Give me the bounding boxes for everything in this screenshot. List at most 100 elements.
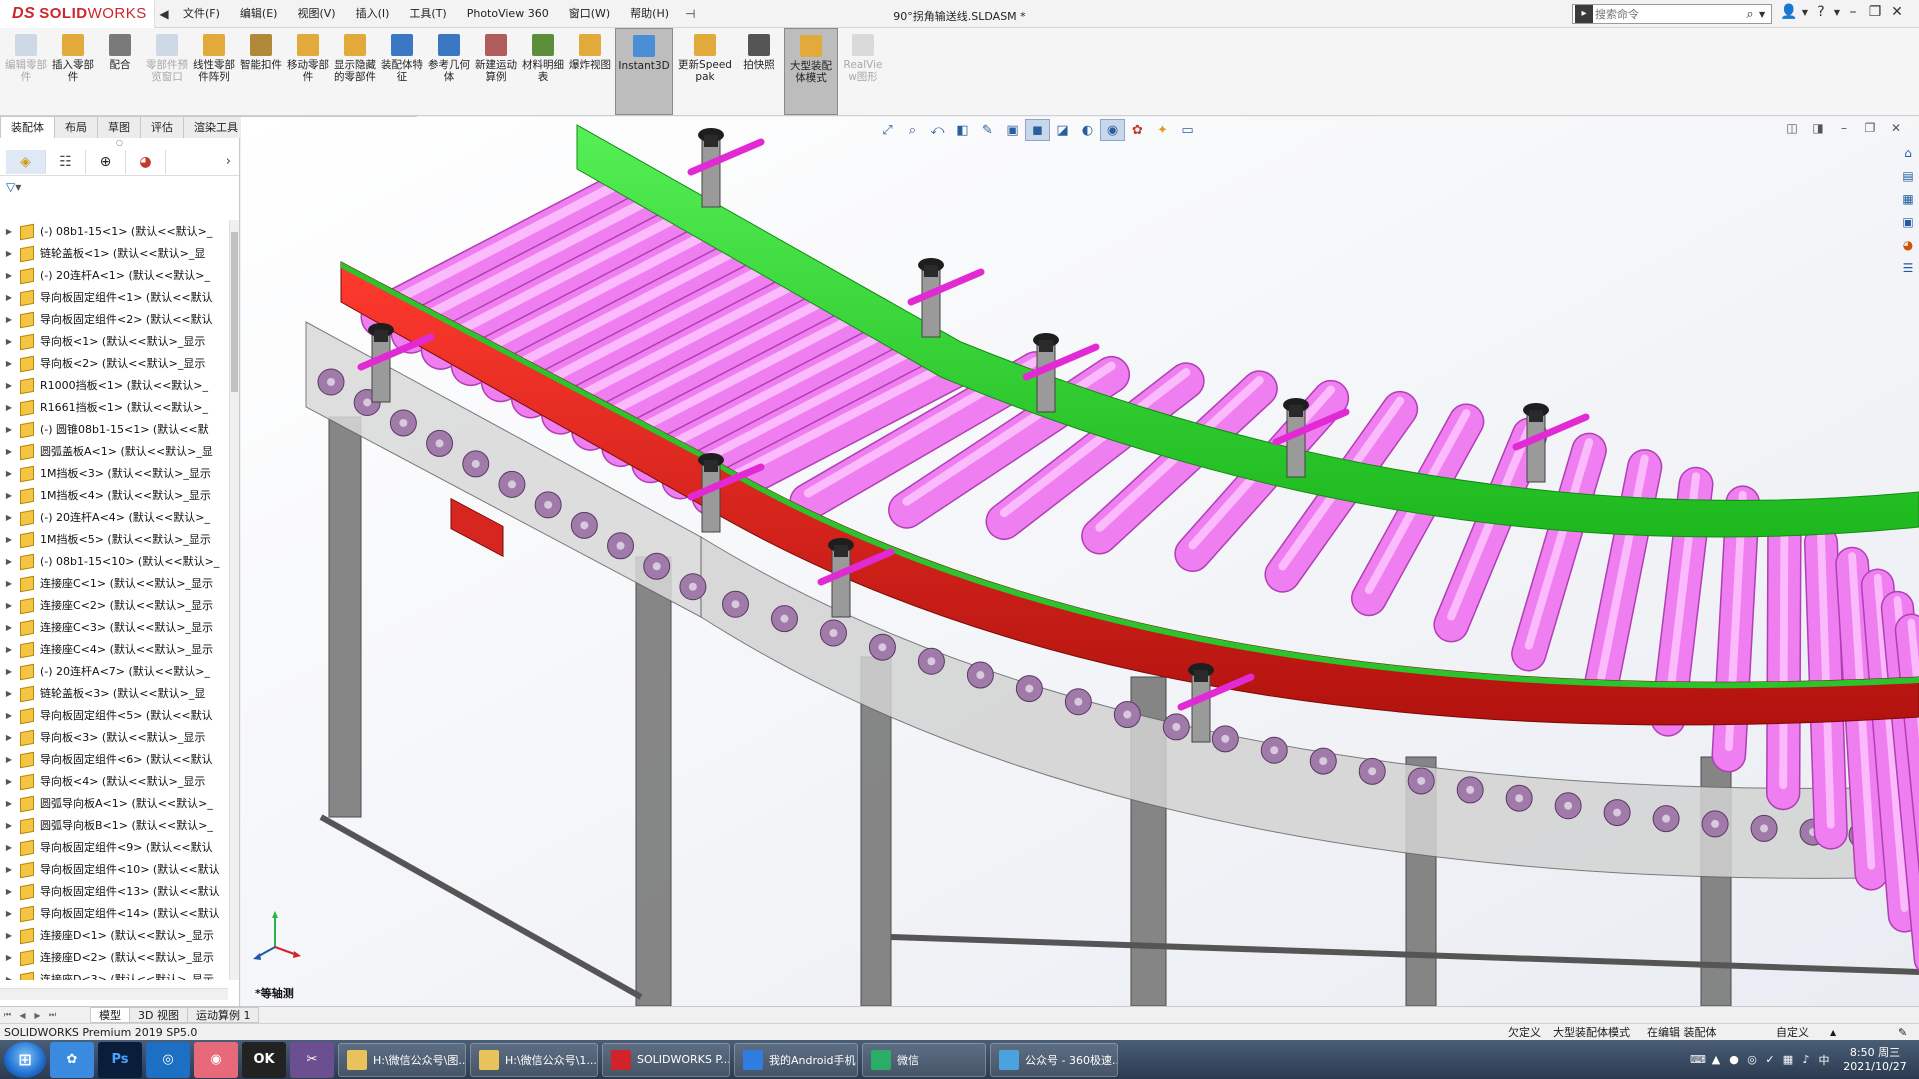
tab-next-icon[interactable]: ▶ [30,1011,45,1020]
tree-item[interactable]: ▶ 连接座D<1> (默认<<默认>_显示 [0,924,228,946]
tree-item[interactable]: ▶ 导向板固定组件<6> (默认<<默认 [0,748,228,770]
expand-arrow-icon[interactable]: ▶ [0,645,18,654]
expand-arrow-icon[interactable]: ▶ [0,777,18,786]
ribbon-command-button[interactable]: 线性零部件阵列 [192,28,236,115]
clock[interactable]: 8:50 周三 2021/10/27 [1839,1046,1911,1074]
command-tab[interactable]: 装配体 [0,116,55,138]
file-explorer-icon[interactable]: ▦ [1897,187,1919,210]
solidworks-resources-icon[interactable]: ⌂ [1897,141,1919,164]
expand-arrow-icon[interactable]: ▶ [0,865,18,874]
bottom-tab[interactable]: 3D 视图 [129,1007,188,1023]
expand-arrow-icon[interactable]: ▶ [0,271,18,280]
tree-scroll-thumb[interactable] [231,232,238,392]
menu-item[interactable]: 插入(I) [346,0,400,28]
ribbon-command-button[interactable]: Instant3D [615,28,673,115]
expand-arrow-icon[interactable]: ▶ [0,249,18,258]
menu-item[interactable]: 工具(T) [399,0,456,28]
browser-app-icon[interactable]: ◎ [146,1041,190,1078]
tree-item[interactable]: ▶ (-) 20连杆A<1> (默认<<默认>_ [0,264,228,286]
reference-triad-icon[interactable] [249,907,305,967]
solidworks-logo[interactable]: DS SOLID WORKS [0,0,155,28]
viewport-next-icon[interactable]: ◨ [1805,121,1831,135]
ribbon-command-button[interactable]: 插入零部件 [51,28,95,115]
tree-item[interactable]: ▶ (-) 20连杆A<7> (默认<<默认>_ [0,660,228,682]
filter-icon[interactable]: ▽ [6,180,15,194]
tree-item[interactable]: ▶ (-) 圆锥08b1-15<1> (默认<<默 [0,418,228,440]
graphics-area[interactable]: ⤢ ⌕ ⤺ ◧ ✎ ▣ ◼ ◪ ◐ ◉ ✿ ✦ ▭ ◫ ◨ – ❐ ✕ ⌂ ▤ … [241,117,1919,1006]
tree-item[interactable]: ▶ 导向板<1> (默认<<默认>_显示 [0,330,228,352]
ribbon-command-button[interactable]: 零部件预览窗口 [145,28,189,115]
tree-item[interactable]: ▶ 导向板固定组件<2> (默认<<默认 [0,308,228,330]
minimize-icon[interactable]: – [1842,4,1864,20]
tab-last-icon[interactable]: ⏭ [45,1010,60,1020]
tree-horizontal-scrollbar[interactable] [0,988,228,1000]
user-icon[interactable]: 👤 [1778,4,1800,20]
expand-arrow-icon[interactable]: ▶ [0,293,18,302]
search-commands-box[interactable]: ▸ ⌕ ▼ [1572,4,1772,24]
expand-arrow-icon[interactable]: ▶ [0,975,18,981]
tree-item[interactable]: ▶ 连接座C<1> (默认<<默认>_显示 [0,572,228,594]
camera-app-icon[interactable]: ◉ [194,1041,238,1078]
expand-arrow-icon[interactable]: ▶ [0,359,18,368]
tree-item[interactable]: ▶ 导向板固定组件<9> (默认<<默认 [0,836,228,858]
ribbon-command-button[interactable]: 大型装配体模式 [784,28,838,115]
tree-item[interactable]: ▶ 导向板<4> (默认<<默认>_显示 [0,770,228,792]
expand-arrow-icon[interactable]: ▶ [0,535,18,544]
pin-menu-icon[interactable]: ⊣ [685,7,695,21]
close-icon[interactable]: ✕ [1886,4,1908,20]
viewport-prev-icon[interactable]: ◫ [1779,121,1805,135]
viewport-restore-icon[interactable]: ❐ [1857,121,1883,135]
edit-appearance-icon[interactable]: ◐ [1075,119,1100,141]
menu-expand-icon[interactable]: ◀ [155,7,173,21]
tree-item[interactable]: ▶ (-) 20连杆A<4> (默认<<默认>_ [0,506,228,528]
hide-show-items-icon[interactable]: ◪ [1050,119,1075,141]
previous-view-icon[interactable]: ⤺ [925,119,950,141]
menu-item[interactable]: PhotoView 360 [457,0,559,28]
menu-item[interactable]: 编辑(E) [230,0,288,28]
ribbon-command-button[interactable]: 移动零部件 [286,28,330,115]
ribbon-command-button[interactable]: 更新Speedpak [676,28,734,115]
viewport-close-icon[interactable]: ✕ [1883,121,1909,135]
expand-arrow-icon[interactable]: ▶ [0,469,18,478]
tree-item[interactable]: ▶ 导向板<3> (默认<<默认>_显示 [0,726,228,748]
tree-item[interactable]: ▶ 链轮盖板<1> (默认<<默认>_显 [0,242,228,264]
tree-item[interactable]: ▶ 连接座C<3> (默认<<默认>_显示 [0,616,228,638]
status-units-custom[interactable]: 自定义 [1776,1024,1809,1041]
expand-arrow-icon[interactable]: ▶ [0,447,18,456]
taskbar-app-button[interactable]: SOLIDWORKS P... [602,1042,730,1077]
expand-arrow-icon[interactable]: ▶ [0,711,18,720]
ribbon-command-button[interactable]: RealView图形 [841,28,885,115]
zoom-to-area-icon[interactable]: ⌕ [900,119,925,141]
ime-icon[interactable]: 中 [1815,1052,1833,1068]
tree-item[interactable]: ▶ 连接座C<2> (默认<<默认>_显示 [0,594,228,616]
display-pane-icon[interactable]: ▭ [1175,119,1200,141]
expand-arrow-icon[interactable]: ▶ [0,887,18,896]
obs-tray-icon[interactable]: ◎ [1743,1053,1761,1066]
expand-arrow-icon[interactable]: ▶ [0,513,18,522]
expand-arrow-icon[interactable]: ▶ [0,931,18,940]
design-library-icon[interactable]: ▤ [1897,164,1919,187]
taskbar-app-button[interactable]: H:\微信公众号\1... [470,1042,598,1077]
expand-arrow-icon[interactable]: ▶ [0,689,18,698]
tree-scrollbar[interactable] [229,220,239,980]
tree-item[interactable]: ▶ 导向板固定组件<5> (默认<<默认 [0,704,228,726]
network-icon[interactable]: ▦ [1779,1053,1797,1066]
menu-item[interactable]: 帮助(H) [620,0,679,28]
taskbar-app-button[interactable]: 微信 [862,1042,986,1077]
expand-arrow-icon[interactable]: ▶ [0,667,18,676]
ribbon-command-button[interactable]: 新建运动算例 [474,28,518,115]
apply-scene-icon[interactable]: ◉ [1100,119,1125,141]
expand-arrow-icon[interactable]: ▶ [0,337,18,346]
tab-prev-icon[interactable]: ◀ [15,1011,30,1020]
expand-arrow-icon[interactable]: ▶ [0,843,18,852]
ribbon-command-button[interactable]: 显示隐藏的零部件 [333,28,377,115]
expand-arrow-icon[interactable]: ▶ [0,227,18,236]
command-tab[interactable]: 布局 [54,116,98,138]
feature-tree-tab-icon[interactable]: ◈ [6,149,46,174]
expand-arrow-icon[interactable]: ▶ [0,601,18,610]
property-manager-tab-icon[interactable]: ☷ [46,149,86,174]
ribbon-command-button[interactable]: 材料明细表 [521,28,565,115]
tree-item[interactable]: ▶ (-) 08b1-15<1> (默认<<默认>_ [0,220,228,242]
tree-item[interactable]: ▶ 导向板固定组件<14> (默认<<默认 [0,902,228,924]
start-button-icon[interactable]: ⊞ [4,1041,46,1078]
